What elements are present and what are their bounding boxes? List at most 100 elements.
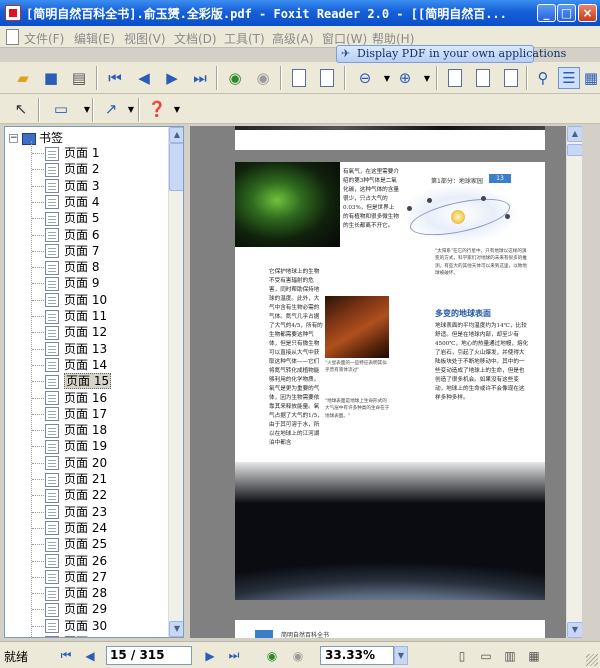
next-page-icon[interactable]: ▶ bbox=[161, 67, 183, 89]
back-icon[interactable]: ◉ bbox=[224, 67, 246, 89]
save-icon[interactable]: ■ bbox=[40, 67, 62, 89]
continuous-icon[interactable] bbox=[472, 67, 494, 89]
document-view[interactable]: 第1部分：地球家园 13 有氧气，在这里需要介绍的第3种气体是二氧化碳，这种气体… bbox=[190, 126, 582, 638]
first-page-icon[interactable]: ⏮ bbox=[104, 67, 126, 89]
prev-page-icon[interactable]: ◀ bbox=[133, 67, 155, 89]
document-scrollbar[interactable]: ▲ ▼ bbox=[566, 126, 582, 638]
scroll-up-icon[interactable]: ▲ bbox=[169, 127, 183, 143]
foxit-app-icon[interactable] bbox=[5, 5, 21, 21]
bookmark-item[interactable]: 页面 3 bbox=[45, 178, 99, 194]
bookmark-item[interactable]: 页面 28 bbox=[45, 585, 107, 601]
menu-edit[interactable]: 编辑(E) bbox=[74, 30, 115, 47]
sidebar-scrollbar[interactable]: ▲ ▼ bbox=[168, 127, 183, 637]
panel-view-icon[interactable]: ▦ bbox=[580, 67, 600, 89]
status-prev-page-icon[interactable]: ◀ bbox=[80, 646, 100, 665]
status-back-icon[interactable]: ◉ bbox=[262, 646, 282, 665]
bookmark-item[interactable]: 页面 14 bbox=[45, 357, 107, 373]
status-continuous-facing-icon[interactable]: ▦ bbox=[524, 646, 544, 665]
status-continuous-icon[interactable]: ▭ bbox=[476, 646, 496, 665]
title-bar[interactable]: [简明自然百科全书].俞玉赟.全彩版.pdf - Foxit Reader 2.… bbox=[0, 0, 600, 26]
close-button[interactable]: × bbox=[578, 4, 597, 22]
page-number-field[interactable]: 15 / 315 bbox=[106, 646, 192, 665]
zoom-dropdown-icon[interactable]: ▼ bbox=[394, 646, 408, 665]
bookmark-item[interactable]: 页面 22 bbox=[45, 487, 107, 503]
bookmark-item[interactable]: 页面 6 bbox=[45, 227, 99, 243]
extract-page-icon[interactable] bbox=[288, 67, 310, 89]
bookmark-item[interactable]: 页面 29 bbox=[45, 601, 107, 617]
menu-advanced[interactable]: 高级(A) bbox=[272, 30, 314, 47]
single-page-icon[interactable] bbox=[444, 67, 466, 89]
bookmark-item[interactable]: 页面 23 bbox=[45, 504, 107, 520]
bookmark-item[interactable]: 页面 15 bbox=[45, 373, 112, 390]
bookmark-item[interactable]: 页面 30 bbox=[45, 618, 107, 634]
annotation-tool-icon[interactable]: ▭ bbox=[46, 98, 76, 120]
bookmark-item[interactable]: 页面 24 bbox=[45, 520, 107, 536]
arrow-tool-icon[interactable]: ↗ bbox=[100, 98, 122, 120]
bookmark-item[interactable]: 页面 4 bbox=[45, 194, 99, 210]
rotate-page-icon[interactable] bbox=[316, 67, 338, 89]
bookmark-view-icon[interactable]: ☰ bbox=[558, 67, 580, 89]
last-page-icon[interactable]: ⏭ bbox=[189, 67, 211, 89]
bookmark-label: 页面 31 bbox=[64, 635, 107, 637]
print-icon[interactable]: ▤ bbox=[68, 67, 90, 89]
status-single-page-icon[interactable]: ▯ bbox=[452, 646, 472, 665]
status-first-page-icon[interactable]: ⏮ bbox=[56, 646, 76, 665]
select-tool-icon[interactable]: ↖ bbox=[10, 98, 32, 120]
menu-file[interactable]: 文件(F) bbox=[24, 30, 64, 47]
bookmark-item[interactable]: 页面 8 bbox=[45, 259, 99, 275]
status-forward-icon[interactable]: ◉ bbox=[288, 646, 308, 665]
zoom-out-icon[interactable]: ⊖ bbox=[354, 67, 376, 89]
bookmark-item[interactable]: 页面 2 bbox=[45, 161, 99, 177]
bookmark-item[interactable]: 页面 5 bbox=[45, 210, 99, 226]
bookmark-item[interactable]: 页面 9 bbox=[45, 275, 99, 291]
bookmark-root[interactable]: − 书签 bbox=[9, 129, 63, 145]
bookmark-item[interactable]: 页面 10 bbox=[45, 292, 107, 308]
bookmark-item[interactable]: 页面 12 bbox=[45, 324, 107, 340]
minimize-button[interactable]: _ bbox=[537, 4, 556, 22]
scroll-thumb[interactable] bbox=[169, 143, 183, 191]
bookmark-item[interactable]: 页面 17 bbox=[45, 406, 107, 422]
bookmark-item[interactable]: 页面 18 bbox=[45, 422, 107, 438]
annotation-dropdown-icon[interactable]: ▼ bbox=[76, 98, 98, 120]
zoom-field[interactable]: 33.33% bbox=[320, 646, 394, 665]
bookmark-item[interactable]: 页面 27 bbox=[45, 569, 107, 585]
maximize-button[interactable]: □ bbox=[557, 4, 576, 22]
bookmark-item[interactable]: 页面 13 bbox=[45, 341, 107, 357]
facing-icon[interactable] bbox=[500, 67, 522, 89]
doc-scroll-thumb[interactable] bbox=[567, 144, 582, 156]
help-icon[interactable]: ❓ bbox=[146, 98, 168, 120]
bookmark-item[interactable]: 页面 19 bbox=[45, 438, 107, 454]
status-last-page-icon[interactable]: ⏭ bbox=[224, 646, 244, 665]
menu-tools[interactable]: 工具(T) bbox=[224, 30, 265, 47]
bookmark-label: 页面 25 bbox=[64, 537, 108, 552]
zoom-in-dropdown-icon[interactable]: ▼ bbox=[416, 67, 438, 89]
bookmark-label: 页面 5 bbox=[64, 211, 100, 226]
status-next-page-icon[interactable]: ▶ bbox=[200, 646, 220, 665]
help-dropdown-icon[interactable]: ▼ bbox=[166, 98, 188, 120]
bookmark-item[interactable]: 页面 11 bbox=[45, 308, 107, 324]
bookmark-item[interactable]: 页面 1 bbox=[45, 145, 99, 161]
menu-view[interactable]: 视图(V) bbox=[124, 30, 166, 47]
doc-scroll-down-icon[interactable]: ▼ bbox=[567, 622, 582, 638]
bookmarks-panel[interactable]: − 书签 页面 1 页面 2 页面 3 页面 4 页面 5 页面 6 页面 7 页面 8 页面 9… bbox=[4, 126, 184, 638]
bookmark-item[interactable]: 页面 20 bbox=[45, 455, 107, 471]
open-folder-icon[interactable]: ▰ bbox=[12, 67, 34, 89]
ad-banner[interactable]: Display PDF in your own applications bbox=[336, 45, 566, 63]
forward-icon[interactable]: ◉ bbox=[252, 67, 274, 89]
bookmark-item[interactable]: 页面 21 bbox=[45, 471, 107, 487]
collapse-icon[interactable]: − bbox=[9, 134, 18, 143]
bookmark-item[interactable]: 页面 16 bbox=[45, 390, 107, 406]
menu-document[interactable]: 文档(D) bbox=[174, 30, 217, 47]
resize-grip[interactable] bbox=[586, 654, 598, 666]
scroll-down-icon[interactable]: ▼ bbox=[169, 621, 183, 637]
bookmark-label: 页面 23 bbox=[64, 504, 108, 519]
bookmark-item[interactable]: 页面 25 bbox=[45, 536, 107, 552]
document-icon[interactable] bbox=[6, 29, 19, 45]
bookmark-item[interactable]: 页面 7 bbox=[45, 243, 99, 259]
doc-scroll-up-icon[interactable]: ▲ bbox=[567, 126, 582, 142]
bookmark-item[interactable]: 页面 31 bbox=[45, 634, 107, 637]
status-facing-icon[interactable]: ▥ bbox=[500, 646, 520, 665]
zoom-in-icon[interactable]: ⊕ bbox=[394, 67, 416, 89]
find-icon[interactable]: ⚲ bbox=[532, 67, 554, 89]
bookmark-item[interactable]: 页面 26 bbox=[45, 553, 107, 569]
